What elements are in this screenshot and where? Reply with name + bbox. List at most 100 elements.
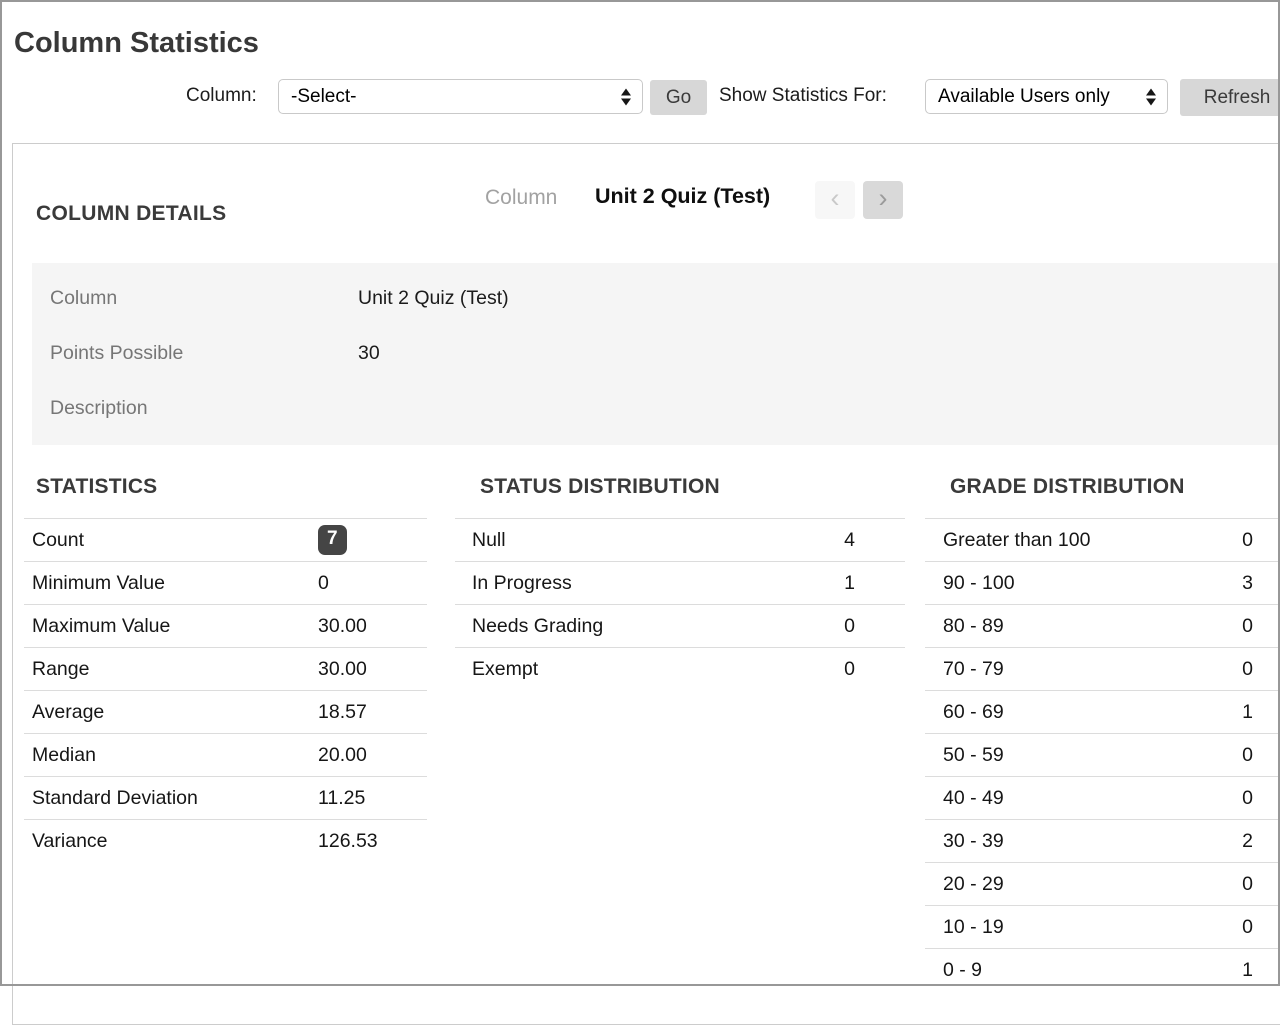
chevron-right-icon: › [879,185,888,212]
chevron-left-icon: ‹ [831,185,840,212]
grade-count-value: 0 [1242,744,1253,767]
status-value: 0 [844,658,855,681]
stat-label: Range [24,658,89,681]
info-label: Column [32,287,358,310]
grade-count-value: 1 [1242,959,1253,982]
status-label: Exempt [455,658,538,681]
grade-range-label: Greater than 100 [925,529,1090,552]
status-label: In Progress [455,572,572,595]
table-row: 10 - 19 0 [925,905,1280,948]
go-button[interactable]: Go [650,80,707,115]
info-row-points-possible: Points Possible 30 [32,326,1280,381]
table-row: Needs Grading 0 [455,604,905,647]
table-row: Count 7 [24,518,427,561]
table-row: 70 - 79 0 [925,647,1280,690]
table-row: 80 - 89 0 [925,604,1280,647]
info-row-description: Description [32,381,1280,436]
status-value: 1 [844,572,855,595]
grade-range-label: 70 - 79 [925,658,1004,681]
go-button-label: Go [666,87,691,109]
stat-value: 11.25 [318,787,365,810]
stat-value: 18.57 [318,701,367,724]
select-stepper-icon [1146,88,1156,105]
status-distribution-heading: STATUS DISTRIBUTION [480,475,720,499]
count-badge: 7 [318,525,347,556]
table-row: Median 20.00 [24,733,427,776]
info-row-column: Column Unit 2 Quiz (Test) [32,271,1280,326]
column-select-value: -Select- [291,86,356,108]
show-statistics-select[interactable]: Available Users only [925,79,1168,114]
stat-label: Variance [24,830,108,853]
grade-range-label: 50 - 59 [925,744,1004,767]
grade-count-value: 0 [1242,873,1253,896]
table-row: Greater than 100 0 [925,518,1280,561]
grade-count-value: 3 [1242,572,1253,595]
statistics-table: Count 7 Minimum Value 0 Maximum Value 30… [24,518,427,862]
stat-value: 30.00 [318,658,367,681]
stat-value: 30.00 [318,615,367,638]
table-row: Range 30.00 [24,647,427,690]
stat-label: Maximum Value [24,615,170,638]
info-label: Points Possible [32,342,358,365]
grade-range-label: 10 - 19 [925,916,1004,939]
refresh-button-label: Refresh [1204,87,1271,109]
column-select[interactable]: -Select- [278,79,643,114]
grade-distribution-heading: GRADE DISTRIBUTION [950,475,1185,499]
grade-count-value: 0 [1242,787,1253,810]
grade-range-label: 20 - 29 [925,873,1004,896]
stat-label: Median [24,744,96,767]
show-statistics-label: Show Statistics For: [719,85,887,107]
stat-label: Count [24,529,84,552]
stat-value: 126.53 [318,830,378,853]
info-label: Description [32,397,358,420]
grade-count-value: 0 [1242,615,1253,638]
grade-count-value: 0 [1242,529,1253,552]
status-value: 0 [844,615,855,638]
column-details-heading: COLUMN DETAILS [36,202,226,226]
status-distribution-table: Null 4 In Progress 1 Needs Grading 0 Exe… [455,518,905,690]
status-label: Null [455,529,506,552]
table-row: Variance 126.53 [24,819,427,862]
table-row: Exempt 0 [455,647,905,690]
table-row: 30 - 39 2 [925,819,1280,862]
select-stepper-icon [621,88,631,105]
grade-count-value: 0 [1242,916,1253,939]
stat-label: Average [24,701,104,724]
table-row: Null 4 [455,518,905,561]
status-value: 4 [844,529,855,552]
refresh-button[interactable]: Refresh [1180,79,1280,116]
table-row: 40 - 49 0 [925,776,1280,819]
table-row: In Progress 1 [455,561,905,604]
grade-count-value: 2 [1242,830,1253,853]
grade-range-label: 40 - 49 [925,787,1004,810]
table-row: 90 - 100 3 [925,561,1280,604]
grade-range-label: 90 - 100 [925,572,1015,595]
grade-range-label: 0 - 9 [925,959,982,982]
column-info-box: Column Unit 2 Quiz (Test) Points Possibl… [32,263,1280,445]
previous-column-button[interactable]: ‹ [815,181,855,219]
stat-value: 0 [318,572,329,595]
column-select-label: Column: [186,85,257,107]
column-caption: Column [485,186,557,210]
grade-range-label: 80 - 89 [925,615,1004,638]
stat-value: 20.00 [318,744,367,767]
stat-label: Minimum Value [24,572,165,595]
grade-count-value: 1 [1242,701,1253,724]
show-statistics-select-value: Available Users only [938,86,1110,108]
table-row: Standard Deviation 11.25 [24,776,427,819]
statistics-heading: STATISTICS [36,475,157,499]
table-row: 20 - 29 0 [925,862,1280,905]
next-column-button[interactable]: › [863,181,903,219]
grade-range-label: 30 - 39 [925,830,1004,853]
table-row: Maximum Value 30.00 [24,604,427,647]
page-title: Column Statistics [14,27,259,60]
table-row: 50 - 59 0 [925,733,1280,776]
info-value: Unit 2 Quiz (Test) [358,287,509,310]
current-column-name: Unit 2 Quiz (Test) [595,184,770,209]
status-label: Needs Grading [455,615,603,638]
grade-distribution-table: Greater than 100 0 90 - 100 3 80 - 89 0 … [925,518,1280,991]
table-row: 60 - 69 1 [925,690,1280,733]
info-value: 30 [358,342,380,365]
grade-count-value: 0 [1242,658,1253,681]
stat-label: Standard Deviation [24,787,198,810]
